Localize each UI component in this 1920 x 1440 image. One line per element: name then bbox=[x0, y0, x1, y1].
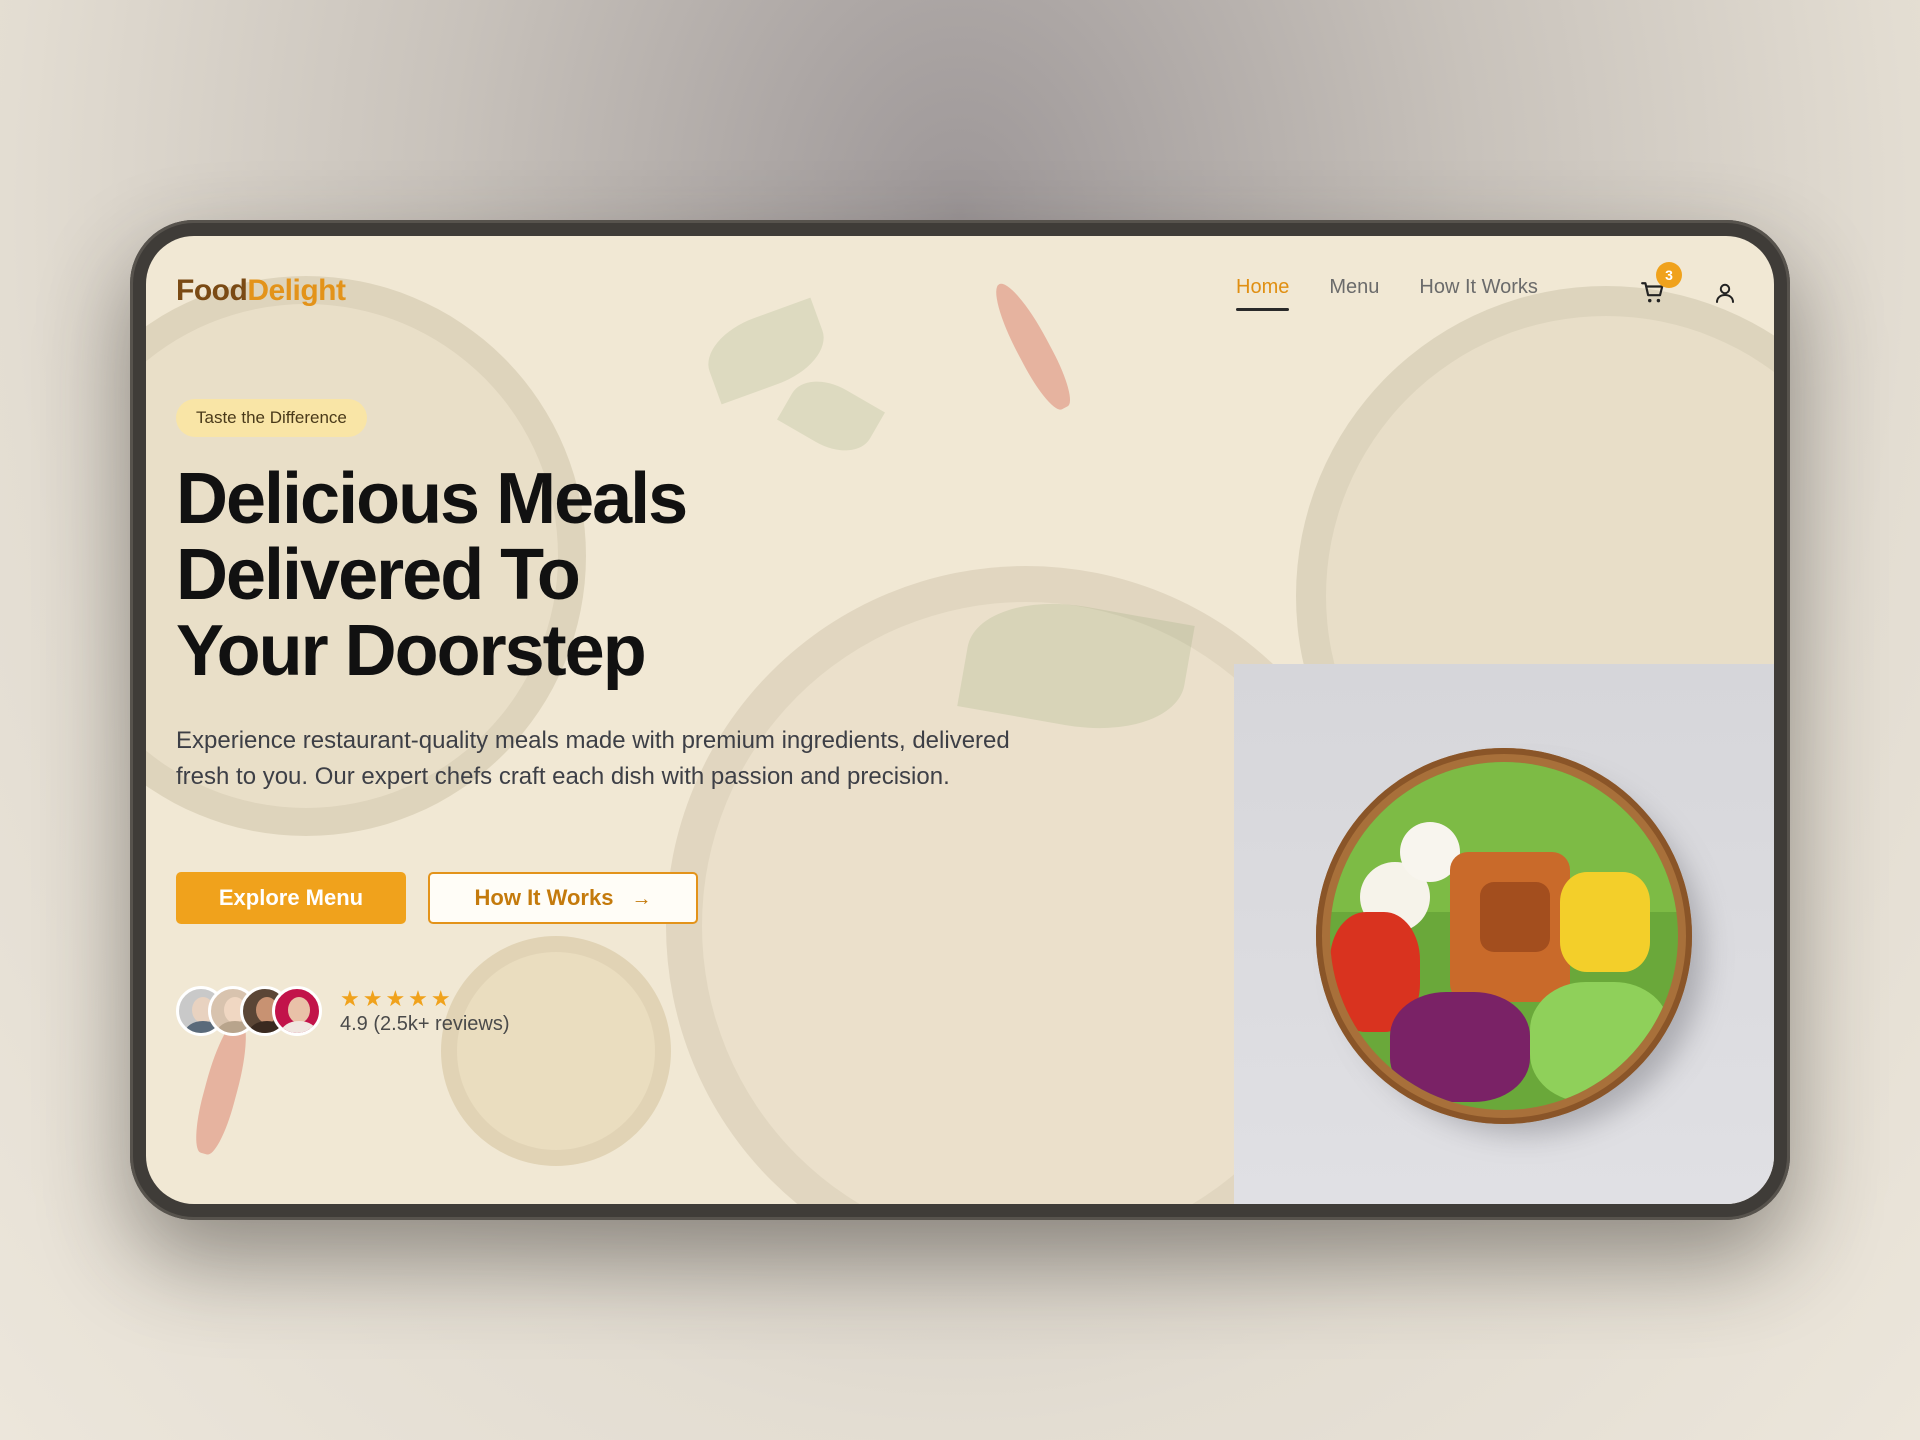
screen: FoodDelight Home Menu How It Works 3 Tas… bbox=[146, 236, 1774, 1204]
device-frame: FoodDelight Home Menu How It Works 3 Tas… bbox=[130, 220, 1790, 1220]
rating-stars: ★★★★★ bbox=[340, 986, 454, 1011]
brand-logo-part1: Food bbox=[176, 274, 248, 307]
how-it-works-button[interactable]: How It Works → bbox=[428, 872, 698, 924]
nav-link-home[interactable]: Home bbox=[1236, 276, 1290, 311]
brand-logo-part2: Delight bbox=[247, 274, 346, 307]
hero-tag-badge: Taste the Difference bbox=[176, 399, 367, 437]
user-icon[interactable] bbox=[1713, 280, 1737, 306]
hero-description: Experience restaurant-quality meals made… bbox=[176, 727, 1010, 790]
nav-link-menu[interactable]: Menu bbox=[1329, 276, 1379, 311]
hero-headline: Delicious Meals Delivered To Your Doorst… bbox=[176, 461, 1076, 689]
hero-headline-line: Delicious Meals bbox=[176, 459, 688, 539]
background-leaf bbox=[777, 367, 885, 465]
salad-bowl bbox=[1316, 748, 1692, 1124]
explore-menu-button[interactable]: Explore Menu bbox=[176, 872, 406, 924]
brand-logo[interactable]: FoodDelight bbox=[176, 274, 346, 308]
rating-text: 4.9 (2.5k+ reviews) bbox=[340, 1013, 510, 1035]
hero-headline-line: Delivered To bbox=[176, 535, 581, 615]
arrow-right-icon: → bbox=[631, 888, 652, 910]
nav-links: Home Menu How It Works bbox=[1236, 276, 1538, 311]
cart-count-badge: 3 bbox=[1656, 262, 1682, 288]
top-navigation: FoodDelight Home Menu How It Works 3 bbox=[146, 236, 1774, 336]
nav-link-how-it-works[interactable]: How It Works bbox=[1419, 276, 1538, 311]
background-sauce-bowl bbox=[441, 936, 671, 1166]
hero-headline-line: Your Doorstep bbox=[176, 611, 647, 691]
hero-food-image bbox=[1234, 664, 1774, 1204]
avatar bbox=[272, 986, 322, 1036]
reviewer-avatars bbox=[176, 986, 326, 1038]
how-it-works-button-label: How It Works bbox=[474, 885, 614, 910]
